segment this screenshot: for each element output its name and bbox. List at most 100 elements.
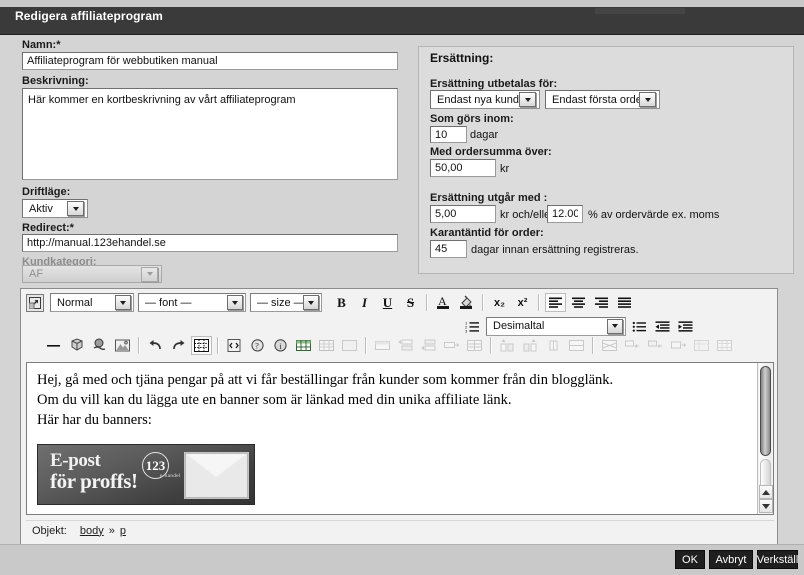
copy-row-icon[interactable]	[622, 336, 643, 355]
within-days-input[interactable]	[430, 126, 467, 143]
redo-icon[interactable]	[168, 336, 189, 355]
paste-row-before-icon[interactable]	[645, 336, 666, 355]
object-path-p[interactable]: p	[120, 525, 126, 537]
svg-text:3: 3	[465, 328, 468, 333]
mode-label: Driftläge:	[22, 186, 71, 198]
editor-vertical-scrollbar[interactable]	[757, 363, 773, 514]
name-input[interactable]	[22, 52, 398, 70]
horizontal-rule-icon[interactable]	[43, 336, 64, 355]
cut-row-icon[interactable]	[599, 336, 620, 355]
order-sum-unit-label: kr	[500, 163, 510, 175]
row-properties-icon[interactable]	[372, 336, 393, 355]
banner-image[interactable]: E-post för proffs! 123 e-handel	[37, 444, 255, 505]
envelope-icon	[184, 452, 249, 499]
apply-button[interactable]: Verkställ	[757, 550, 798, 569]
visual-aid-icon[interactable]	[191, 335, 212, 355]
rate-amount-input[interactable]	[430, 205, 496, 223]
scroll-up-arrow-icon[interactable]	[759, 485, 773, 499]
subscript-button[interactable]: x₂	[489, 293, 510, 312]
insert-image-icon[interactable]	[112, 336, 133, 355]
insert-link-icon[interactable]	[89, 336, 110, 355]
editor-paragraph-1: Hej, gå med och tjäna pengar på att vi f…	[37, 372, 614, 388]
paste-row-after-icon[interactable]	[668, 336, 689, 355]
order-sum-input[interactable]	[430, 159, 496, 177]
within-unit-label: dagar	[470, 129, 499, 141]
text-color-icon[interactable]: A	[433, 293, 454, 312]
insert-column-before-icon[interactable]	[497, 336, 518, 355]
insert-row-before-icon[interactable]	[395, 336, 416, 355]
editor-body[interactable]: Hej, gå med och tjäna pengar på att vi f…	[26, 362, 774, 515]
scrollbar-thumb[interactable]	[760, 366, 771, 456]
mode-select[interactable]: Aktiv	[22, 199, 88, 218]
toolbar-separator	[138, 336, 140, 354]
quarantine-days-input[interactable]	[430, 240, 467, 258]
align-right-icon[interactable]	[591, 293, 612, 312]
anchor-icon[interactable]	[66, 336, 87, 355]
paid-for-select[interactable]: Endast nya kunder	[430, 90, 540, 109]
title-bar-ghost-element	[595, 8, 685, 14]
paid-for-value: Endast nya kunder	[437, 93, 519, 106]
delete-row-icon[interactable]	[441, 336, 462, 355]
compensation-title: Ersättning:	[430, 51, 494, 65]
strikethrough-button[interactable]: S	[400, 293, 421, 312]
rate-label: Ersättning utgår med :	[430, 192, 548, 204]
background-color-icon[interactable]	[456, 293, 477, 312]
rate-percent-input[interactable]	[547, 205, 583, 223]
table-properties-icon[interactable]	[316, 336, 337, 355]
html-source-icon[interactable]	[224, 336, 245, 355]
editor-paragraph-3: Här har du banners:	[37, 412, 152, 428]
font-family-value: — font —	[145, 296, 192, 309]
dialog-window: Redigera affiliateprogram Namn:* Beskriv…	[0, 0, 804, 575]
object-path-label: Objekt:	[32, 524, 67, 537]
font-family-select[interactable]: — font —	[138, 293, 246, 312]
title-bar-top-strip	[0, 0, 804, 7]
align-left-icon[interactable]	[545, 293, 566, 312]
order-scope-select[interactable]: Endast första order	[545, 90, 660, 109]
description-label: Beskrivning:	[22, 75, 89, 87]
ok-button[interactable]: OK	[675, 550, 705, 569]
about-icon[interactable]: i	[270, 336, 291, 355]
table-extra-two-icon[interactable]	[714, 336, 735, 355]
banner-line-2: för proffs!	[50, 469, 138, 493]
insert-row-after-icon[interactable]	[418, 336, 439, 355]
chevron-down-icon	[141, 266, 158, 282]
chevron-down-icon	[115, 295, 131, 310]
superscript-button[interactable]: x²	[512, 293, 533, 312]
scroll-down-arrow-icon[interactable]	[759, 499, 773, 513]
editor-toolbar-row-3: ? i	[21, 333, 777, 357]
block-format-select[interactable]: Normal	[50, 293, 134, 312]
align-center-icon[interactable]	[568, 293, 589, 312]
chevron-down-icon	[607, 318, 623, 334]
underline-button[interactable]: U	[377, 293, 398, 312]
merge-cells-icon[interactable]	[566, 336, 587, 355]
rate-percent-unit-label: % av ordervärde ex. moms	[588, 209, 720, 221]
chevron-down-icon	[519, 92, 536, 107]
insert-table-icon[interactable]	[293, 336, 314, 355]
banner-line-1: E-post	[50, 450, 101, 471]
italic-button[interactable]: I	[354, 293, 375, 312]
object-path-body[interactable]: body	[80, 525, 104, 537]
quarantine-label: Karantäntid för order:	[430, 227, 544, 239]
insert-column-after-icon[interactable]	[520, 336, 541, 355]
customer-category-select[interactable]: AF	[22, 265, 162, 283]
order-scope-value: Endast första order	[552, 93, 639, 106]
editor-content[interactable]: Hej, gå med och tjäna pengar på att vi f…	[27, 363, 756, 514]
align-justify-icon[interactable]	[614, 293, 635, 312]
description-textarea[interactable]: Här kommer en kortbeskrivning av vårt af…	[22, 88, 398, 180]
bold-button[interactable]: B	[331, 293, 352, 312]
font-size-select[interactable]: — size —	[250, 293, 322, 312]
delete-column-icon[interactable]	[543, 336, 564, 355]
redirect-input[interactable]	[22, 234, 398, 252]
quarantine-unit-label: dagar innan ersättning registreras.	[471, 244, 639, 256]
block-format-value: Normal	[57, 296, 93, 309]
redirect-label: Redirect:*	[22, 222, 74, 234]
editor-paragraph-2: Om du vill kan du lägga ute en banner so…	[37, 392, 512, 408]
cancel-button[interactable]: Avbryt	[709, 550, 753, 569]
page-title: Redigera affiliateprogram	[15, 9, 163, 23]
cell-properties-icon[interactable]	[339, 336, 360, 355]
split-cells-icon[interactable]	[464, 336, 485, 355]
help-icon[interactable]: ?	[247, 336, 268, 355]
popup-expand-icon[interactable]	[26, 293, 44, 312]
undo-icon[interactable]	[145, 336, 166, 355]
table-extra-one-icon[interactable]	[691, 336, 712, 355]
